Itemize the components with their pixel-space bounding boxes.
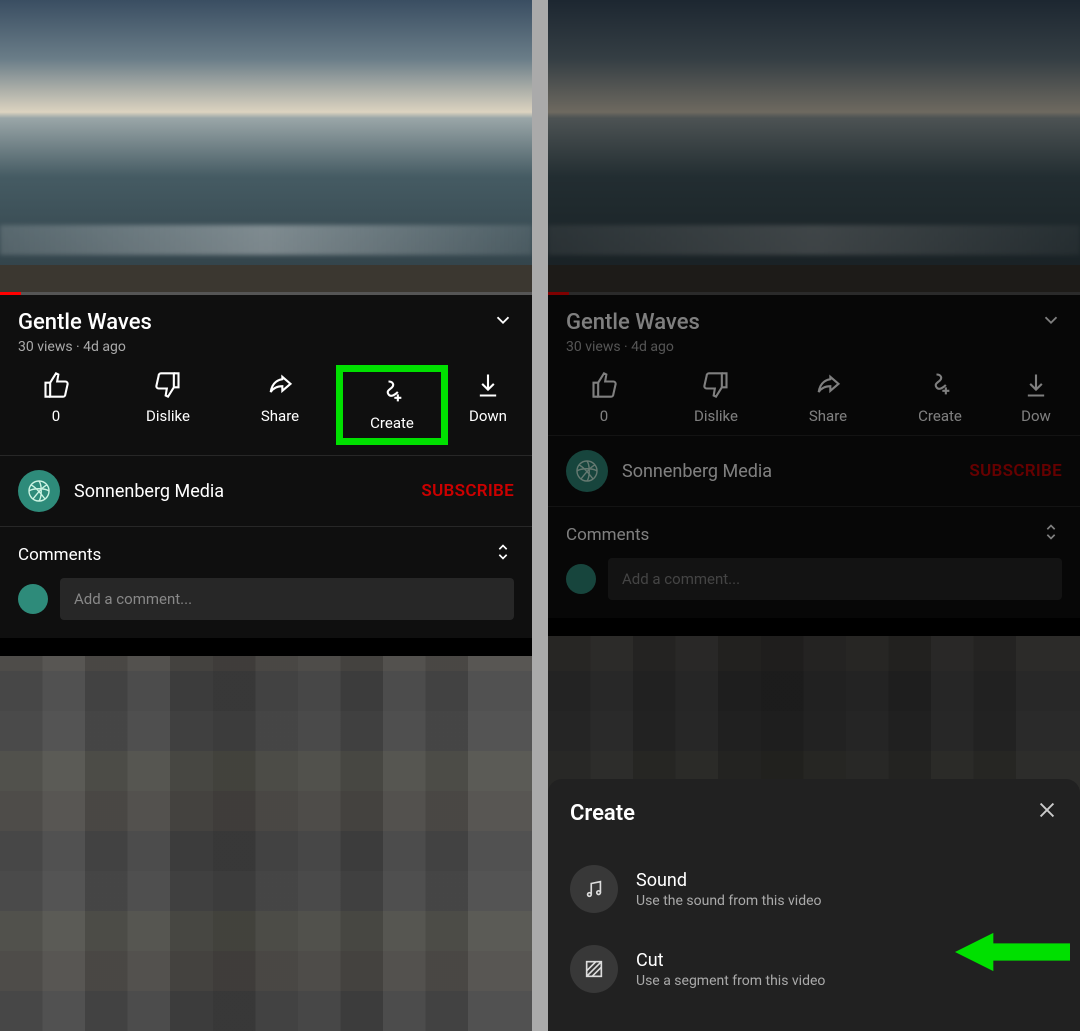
dislike-button[interactable]: Dislike	[660, 371, 772, 425]
video-stats: 30 views · 4d ago	[0, 339, 532, 365]
close-icon[interactable]	[1036, 799, 1058, 827]
sheet-item-subtitle: Use a segment from this video	[636, 973, 825, 989]
share-button[interactable]: Share	[224, 371, 336, 445]
next-video-thumbnail-blurred[interactable]	[0, 656, 532, 1031]
avatar-leaf-icon	[575, 459, 599, 483]
subscribe-button[interactable]: SUBSCRIBE	[421, 481, 514, 501]
progress-bar[interactable]	[0, 292, 532, 295]
channel-name[interactable]: Sonnenberg Media	[74, 481, 407, 502]
left-screenshot: Gentle Waves 30 views · 4d ago 0 Dislike…	[0, 0, 532, 1031]
create-button[interactable]: Create	[336, 365, 448, 445]
expand-collapse-icon[interactable]	[492, 541, 514, 568]
action-bar: 0 Dislike Share Create Down	[0, 365, 532, 455]
create-label: Create	[918, 407, 962, 425]
user-avatar[interactable]	[566, 564, 596, 594]
like-count: 0	[52, 407, 60, 425]
create-shorts-icon	[926, 371, 954, 399]
channel-avatar[interactable]	[566, 450, 608, 492]
right-screenshot: Gentle Waves 30 views · 4d ago 0 Dislike…	[548, 0, 1080, 1031]
progress-fill	[548, 292, 569, 295]
subscribe-button[interactable]: SUBSCRIBE	[969, 461, 1062, 481]
chevron-down-icon[interactable]	[492, 309, 514, 335]
download-label: Down	[469, 407, 507, 425]
annotation-arrow-icon	[955, 927, 1070, 981]
like-count: 0	[600, 407, 608, 425]
download-button[interactable]: Dow	[996, 371, 1076, 425]
progress-bar[interactable]	[548, 292, 1080, 295]
channel-row[interactable]: Sonnenberg Media SUBSCRIBE	[548, 435, 1080, 507]
download-icon	[474, 371, 502, 399]
thumbs-down-icon	[154, 371, 182, 399]
feed-separator	[0, 638, 532, 656]
create-bottom-sheet: Create Sound Use the sound from this vid…	[548, 779, 1080, 1031]
music-note-icon	[570, 865, 618, 913]
video-title[interactable]: Gentle Waves	[566, 310, 700, 335]
create-shorts-icon	[378, 378, 406, 406]
thumbs-down-icon	[702, 371, 730, 399]
like-button[interactable]: 0	[548, 371, 660, 425]
sheet-item-title: Sound	[636, 870, 822, 891]
sheet-title: Create	[570, 801, 635, 826]
share-arrow-icon	[814, 371, 842, 399]
feed-separator	[548, 618, 1080, 636]
thumbs-up-icon	[42, 371, 70, 399]
create-button[interactable]: Create	[884, 371, 996, 425]
avatar-leaf-icon	[27, 479, 51, 503]
download-icon	[1022, 371, 1050, 399]
dislike-button[interactable]: Dislike	[112, 371, 224, 445]
sheet-item-subtitle: Use the sound from this video	[636, 893, 822, 909]
channel-row[interactable]: Sonnenberg Media SUBSCRIBE	[0, 455, 532, 527]
share-arrow-icon	[266, 371, 294, 399]
share-label: Share	[809, 407, 847, 425]
share-button[interactable]: Share	[772, 371, 884, 425]
video-title[interactable]: Gentle Waves	[18, 310, 152, 335]
video-player[interactable]	[548, 0, 1080, 295]
download-button[interactable]: Down	[448, 371, 528, 445]
channel-avatar[interactable]	[18, 470, 60, 512]
dislike-label: Dislike	[694, 407, 738, 425]
video-stats: 30 views · 4d ago	[548, 339, 1080, 365]
share-label: Share	[261, 407, 299, 425]
cut-segment-icon	[570, 945, 618, 993]
user-avatar[interactable]	[18, 584, 48, 614]
thumbs-up-icon	[590, 371, 618, 399]
action-bar: 0 Dislike Share Create Dow	[548, 365, 1080, 435]
chevron-down-icon[interactable]	[1040, 309, 1062, 335]
video-player[interactable]	[0, 0, 532, 295]
like-button[interactable]: 0	[0, 371, 112, 445]
progress-fill	[0, 292, 21, 295]
comment-input[interactable]: Add a comment...	[608, 558, 1062, 600]
comments-heading[interactable]: Comments	[18, 545, 101, 565]
download-label: Dow	[1021, 407, 1051, 425]
comment-input[interactable]: Add a comment...	[60, 578, 514, 620]
create-label: Create	[370, 414, 414, 432]
sheet-item-sound[interactable]: Sound Use the sound from this video	[570, 849, 1058, 929]
dislike-label: Dislike	[146, 407, 190, 425]
sheet-item-title: Cut	[636, 950, 825, 971]
channel-name[interactable]: Sonnenberg Media	[622, 461, 955, 482]
expand-collapse-icon[interactable]	[1040, 521, 1062, 548]
comments-heading[interactable]: Comments	[566, 525, 649, 545]
